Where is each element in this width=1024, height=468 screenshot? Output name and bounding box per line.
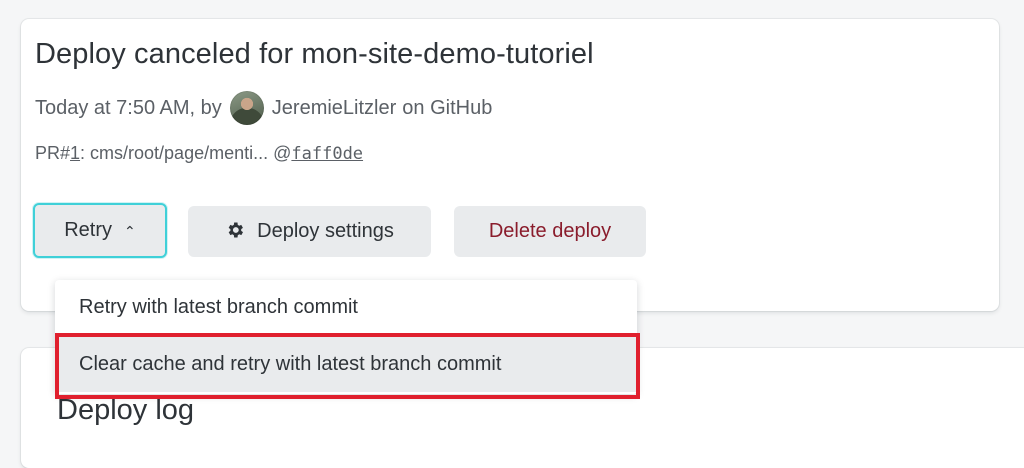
pr-link[interactable]: 1 [70, 143, 80, 163]
retry-label: Retry [64, 219, 113, 241]
commit-link[interactable]: faff0de [291, 144, 363, 164]
deploy-settings-label: Deploy settings [257, 220, 394, 242]
pr-prefix: PR# [35, 143, 71, 163]
deploy-title: Deploy canceled for mon-site-demo-tutori… [35, 38, 594, 70]
pr-info: PR#1: cms/root/page/menti... @faff0de [35, 143, 363, 164]
menu-item-retry-latest[interactable]: Retry with latest branch commit [55, 280, 637, 335]
author-name: JeremieLitzler [271, 96, 397, 119]
menu-item-clear-cache-retry[interactable]: Clear cache and retry with latest branch… [55, 337, 637, 392]
deploy-meta: Today at 7:50 AM, by JeremieLitzler on G… [35, 91, 492, 125]
delete-deploy-label: Delete deploy [488, 220, 612, 242]
deploy-log-title: Deploy log [57, 394, 195, 426]
deploy-time: Today at 7:50 AM, by [35, 96, 222, 119]
delete-deploy-button[interactable]: Delete deploy [454, 206, 646, 257]
avatar [229, 91, 264, 125]
pr-path: : cms/root/page/menti... @ [80, 143, 292, 163]
gear-icon [225, 220, 245, 244]
retry-button[interactable]: Retry ⌃ [33, 203, 167, 258]
retry-dropdown-menu: Retry with latest branch commit Clear ca… [55, 280, 637, 394]
deploy-settings-button[interactable]: Deploy settings [188, 206, 431, 257]
meta-suffix: on GitHub [402, 96, 493, 119]
chevron-up-icon: ⌃ [124, 222, 136, 239]
